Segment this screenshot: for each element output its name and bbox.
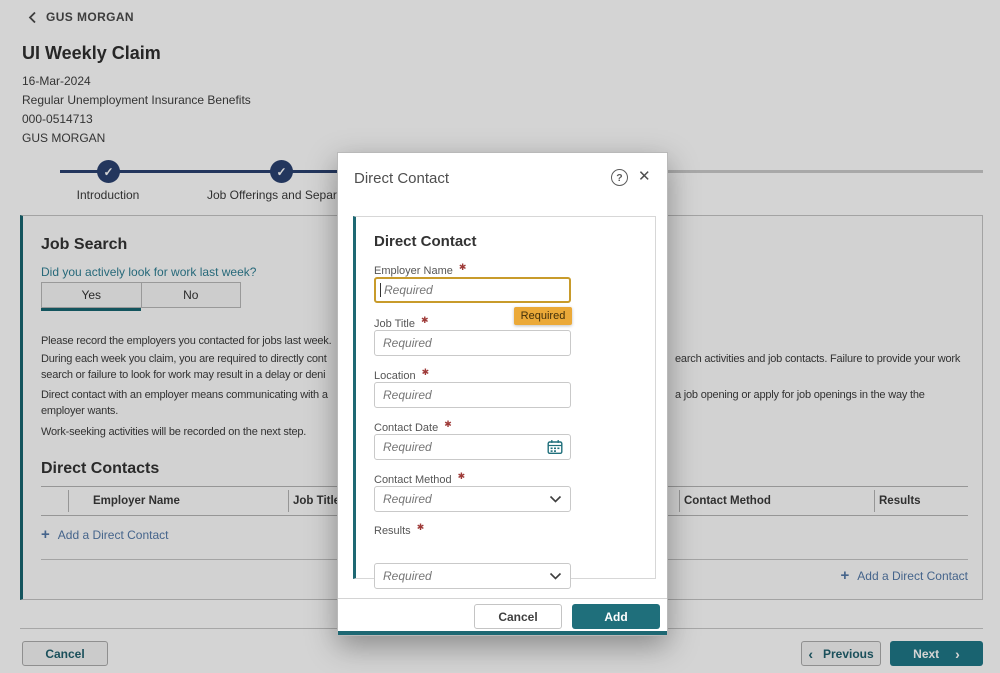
contact-method-label: Contact Method (374, 474, 452, 486)
direct-contact-card: Direct Contact Employer Name ✱ Required J… (353, 216, 656, 579)
help-icon[interactable]: ? (611, 169, 628, 186)
modal-title: Direct Contact (354, 170, 449, 187)
contact-method-select[interactable]: Required (374, 486, 571, 512)
modal-add-label: Add (604, 610, 627, 624)
modal-footer-divider (338, 598, 667, 599)
modal-add-button[interactable]: Add (572, 604, 660, 629)
required-asterisk-icon: ✱ (421, 315, 429, 325)
required-asterisk-icon: ✱ (458, 471, 466, 481)
help-glyph: ? (616, 172, 622, 184)
direct-contact-modal: Direct Contact ? ✕ Direct Contact Employ… (337, 152, 668, 636)
employer-name-field-wrap (374, 277, 571, 303)
job-title-label: Job Title (374, 318, 415, 330)
ui-weekly-claim-page: GUS MORGAN UI Weekly Claim 16-Mar-2024 R… (0, 0, 1000, 673)
required-asterisk-icon: ✱ (459, 262, 467, 272)
modal-cancel-label: Cancel (498, 610, 537, 624)
results-select[interactable]: Required (374, 563, 571, 589)
calendar-icon[interactable] (547, 440, 563, 455)
contact-date-label: Contact Date (374, 422, 438, 434)
results-placeholder: Required (383, 569, 432, 583)
required-asterisk-icon: ✱ (422, 367, 430, 377)
contact-date-field-wrap (374, 434, 571, 460)
chevron-down-icon (549, 572, 562, 580)
modal-cancel-button[interactable]: Cancel (474, 604, 562, 629)
card-heading: Direct Contact (374, 233, 477, 250)
job-title-input[interactable] (374, 330, 571, 356)
chevron-down-icon (549, 495, 562, 503)
results-label: Results (374, 525, 411, 537)
results-label-row: Results ✱ (374, 521, 424, 539)
contact-method-placeholder: Required (383, 492, 432, 506)
required-tooltip-badge: Required (514, 307, 572, 325)
contact-date-input[interactable] (374, 434, 571, 460)
location-label: Location (374, 370, 416, 382)
location-input[interactable] (374, 382, 571, 408)
text-caret (380, 283, 381, 297)
required-asterisk-icon: ✱ (444, 419, 452, 429)
modal-accent-bar (338, 631, 667, 635)
employer-name-label: Employer Name (374, 265, 453, 277)
close-icon[interactable]: ✕ (638, 167, 651, 185)
required-asterisk-icon: ✱ (417, 522, 425, 532)
employer-name-input[interactable] (374, 277, 571, 303)
